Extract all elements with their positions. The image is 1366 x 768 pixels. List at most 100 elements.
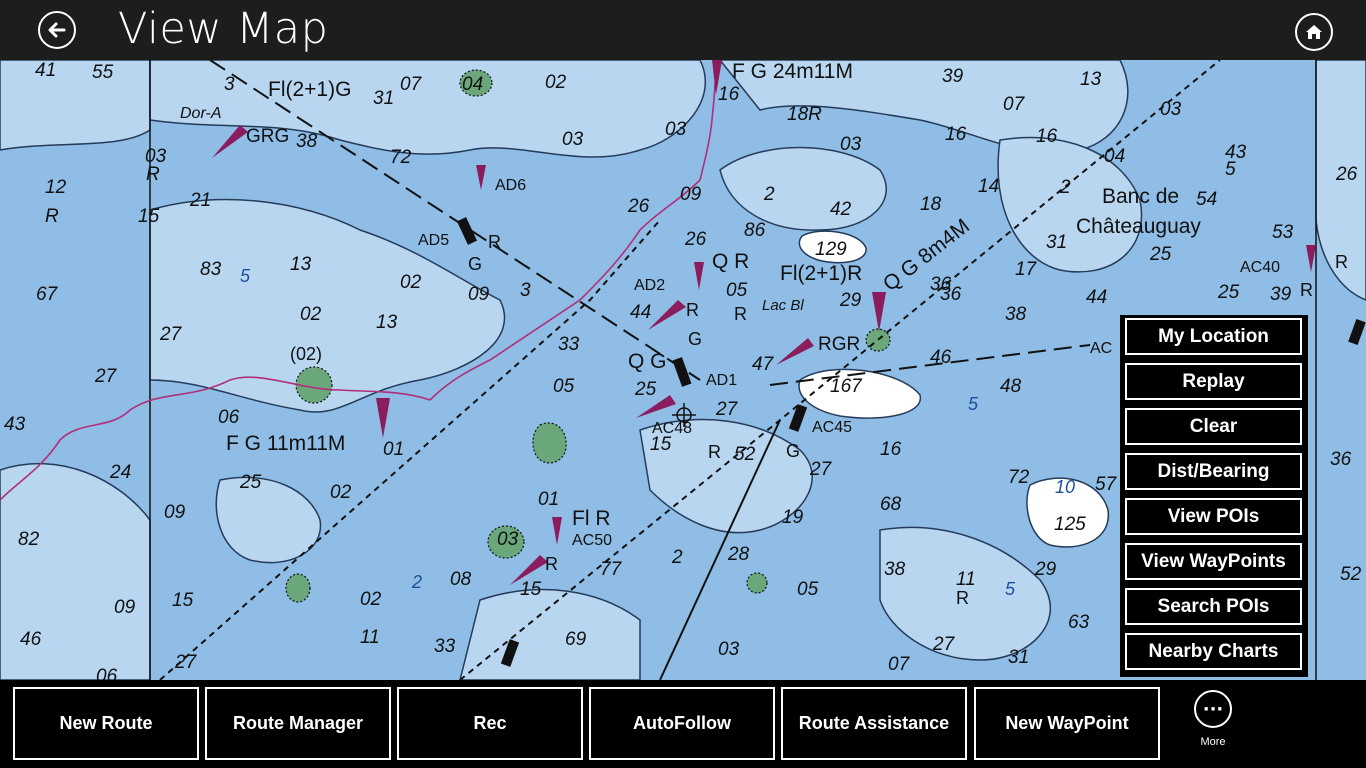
svg-text:F G 24m11M: F G 24m11M	[732, 60, 853, 83]
svg-text:16: 16	[945, 124, 967, 145]
svg-text:27: 27	[932, 634, 956, 655]
svg-text:16: 16	[880, 439, 902, 460]
svg-text:54: 54	[1196, 189, 1217, 210]
svg-text:11: 11	[956, 569, 976, 590]
title-bar: View Map	[0, 0, 1366, 60]
route-assistance-button[interactable]: Route Assistance	[781, 687, 967, 760]
view-pois-button[interactable]: View POIs	[1125, 498, 1302, 535]
svg-text:167: 167	[830, 376, 863, 397]
svg-text:27: 27	[94, 366, 118, 387]
svg-text:42: 42	[830, 199, 852, 220]
svg-text:48: 48	[1000, 376, 1022, 397]
svg-text:69: 69	[565, 629, 587, 650]
svg-text:R: R	[708, 442, 721, 462]
svg-text:16: 16	[1036, 126, 1058, 147]
svg-text:18: 18	[920, 194, 942, 215]
svg-text:R: R	[545, 554, 558, 574]
svg-text:25: 25	[634, 379, 657, 400]
svg-text:AC: AC	[1090, 340, 1112, 357]
svg-text:27: 27	[174, 652, 198, 673]
svg-text:47: 47	[752, 354, 775, 375]
svg-text:G: G	[786, 441, 800, 461]
route-manager-button[interactable]: Route Manager	[205, 687, 391, 760]
svg-text:38: 38	[296, 131, 318, 152]
svg-text:G: G	[468, 254, 482, 274]
svg-text:25: 25	[239, 472, 262, 493]
svg-text:02: 02	[400, 272, 422, 293]
svg-text:AC45: AC45	[812, 419, 852, 436]
svg-text:06: 06	[96, 666, 118, 680]
svg-text:R: R	[146, 164, 160, 185]
svg-text:41: 41	[35, 60, 56, 81]
svg-text:36: 36	[1330, 449, 1352, 470]
svg-text:03: 03	[718, 639, 740, 660]
nearby-charts-button[interactable]: Nearby Charts	[1125, 633, 1302, 670]
view-waypoints-button[interactable]: View WayPoints	[1125, 543, 1302, 580]
svg-text:09: 09	[114, 597, 136, 618]
new-route-button[interactable]: New Route	[13, 687, 199, 760]
replay-button[interactable]: Replay	[1125, 363, 1302, 400]
svg-text:03: 03	[562, 129, 584, 150]
rec-button[interactable]: Rec	[397, 687, 583, 760]
back-button[interactable]	[38, 11, 76, 49]
search-pois-button[interactable]: Search POIs	[1125, 588, 1302, 625]
svg-text:33: 33	[434, 636, 456, 657]
svg-text:02: 02	[330, 482, 352, 503]
svg-text:AC50: AC50	[572, 532, 612, 549]
svg-text:46: 46	[930, 347, 952, 368]
svg-text:33: 33	[558, 334, 580, 355]
my-location-button[interactable]: My Location	[1125, 318, 1302, 355]
home-button[interactable]	[1295, 13, 1333, 51]
new-waypoint-button[interactable]: New WayPoint	[974, 687, 1160, 760]
ellipsis-icon: ···	[1194, 690, 1232, 728]
svg-text:26: 26	[1335, 164, 1358, 185]
svg-text:53: 53	[1272, 222, 1294, 243]
svg-text:68: 68	[880, 494, 902, 515]
back-arrow-icon	[48, 22, 66, 38]
clear-button[interactable]: Clear	[1125, 408, 1302, 445]
svg-text:2: 2	[763, 184, 775, 205]
svg-text:18R: 18R	[787, 104, 822, 125]
svg-text:06: 06	[218, 407, 240, 428]
autofollow-button[interactable]: AutoFollow	[589, 687, 775, 760]
svg-text:AD2: AD2	[634, 277, 665, 294]
svg-text:01: 01	[538, 489, 559, 510]
svg-text:3: 3	[224, 74, 235, 95]
svg-text:25: 25	[1217, 282, 1240, 303]
svg-text:07: 07	[400, 74, 423, 95]
svg-text:15: 15	[138, 206, 160, 227]
svg-text:15: 15	[650, 434, 672, 455]
svg-text:3: 3	[520, 280, 531, 301]
svg-text:27: 27	[809, 459, 833, 480]
svg-text:RGR: RGR	[818, 334, 860, 355]
svg-text:21: 21	[189, 190, 211, 211]
svg-text:R: R	[734, 304, 747, 324]
svg-text:5: 5	[1225, 159, 1236, 180]
svg-text:25: 25	[1149, 244, 1172, 265]
svg-text:28: 28	[727, 544, 750, 565]
svg-text:13: 13	[290, 254, 312, 275]
svg-text:04: 04	[462, 74, 483, 95]
svg-text:03: 03	[840, 134, 862, 155]
svg-text:F G 11m11M: F G 11m11M	[226, 432, 345, 455]
svg-text:(02): (02)	[290, 344, 322, 364]
svg-text:55: 55	[92, 62, 114, 83]
svg-text:13: 13	[1080, 69, 1102, 90]
dist-bearing-button[interactable]: Dist/Bearing	[1125, 453, 1302, 490]
svg-text:16: 16	[718, 84, 740, 105]
svg-text:Fl(2+1)R: Fl(2+1)R	[780, 262, 862, 285]
svg-text:24: 24	[109, 462, 131, 483]
svg-text:03: 03	[497, 529, 519, 550]
side-command-panel: My Location Replay Clear Dist/Bearing Vi…	[1120, 315, 1308, 677]
svg-text:52: 52	[1340, 564, 1362, 585]
svg-text:29: 29	[1034, 559, 1057, 580]
svg-text:R: R	[686, 300, 699, 320]
svg-text:63: 63	[1068, 612, 1090, 633]
svg-text:Q G: Q G	[628, 350, 667, 373]
svg-text:43: 43	[4, 414, 26, 435]
svg-text:19: 19	[782, 507, 804, 528]
more-button[interactable]: ··· More	[1188, 690, 1238, 748]
svg-text:39: 39	[942, 66, 964, 87]
svg-text:Fl(2+1)G: Fl(2+1)G	[268, 78, 351, 101]
svg-text:09: 09	[164, 502, 186, 523]
